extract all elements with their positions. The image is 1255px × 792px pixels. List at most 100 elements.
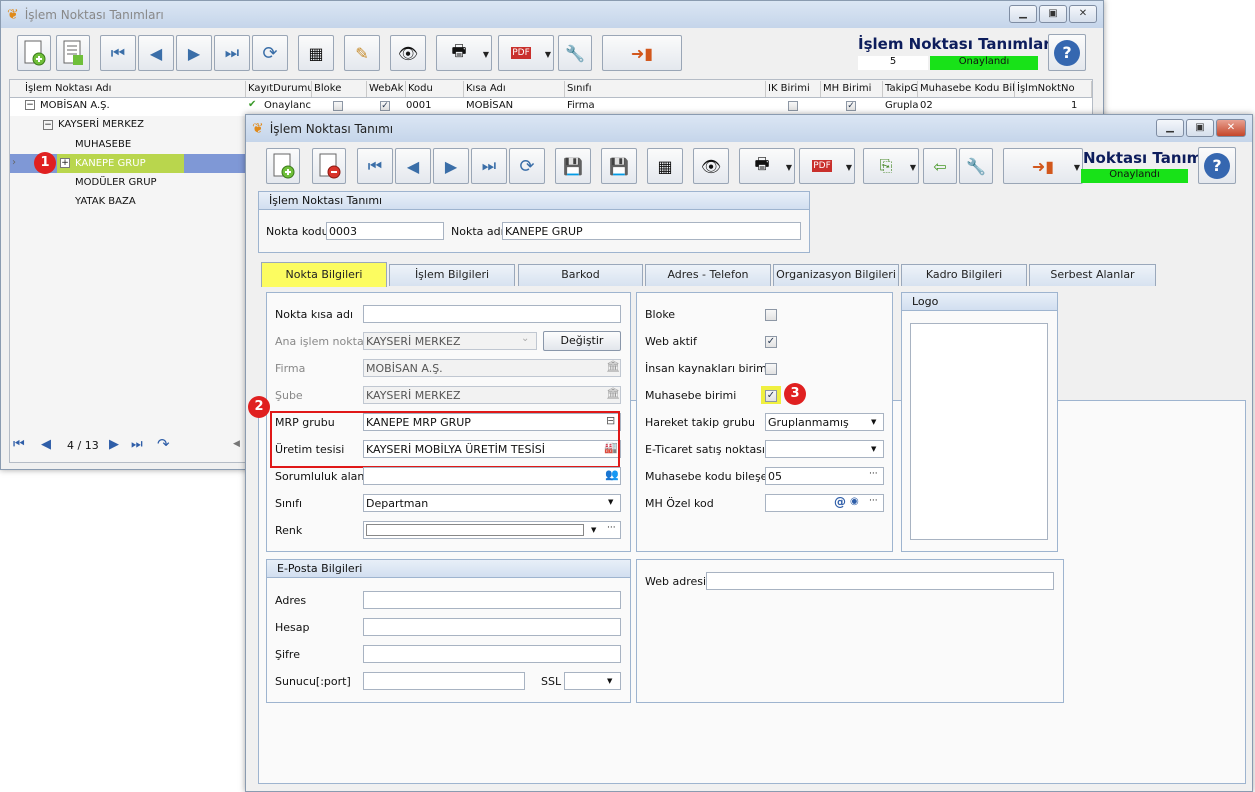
maximize-button[interactable]: ▣ [1039, 5, 1067, 23]
column-header[interactable]: İşlmNoktNo [1015, 81, 1092, 97]
preview-button[interactable]: 👁 [693, 148, 729, 184]
adres-input[interactable] [363, 591, 621, 609]
web-aktif-checkbox[interactable]: ✓ [765, 336, 777, 348]
nav-prev-button[interactable]: ◀ [138, 35, 174, 71]
nav-first-button[interactable]: ⏮ [357, 148, 393, 184]
column-header[interactable]: TakipG [883, 81, 918, 97]
nav-prev-button[interactable]: ◀ [395, 148, 431, 184]
muhkod-input[interactable]: 05 [765, 467, 884, 485]
hesap-input[interactable] [363, 618, 621, 636]
nav-last-button[interactable]: ⏭ [471, 148, 507, 184]
sunucu-input[interactable] [363, 672, 525, 690]
logo-image-box[interactable] [910, 323, 1048, 540]
sinif-select[interactable]: Departman [363, 494, 621, 512]
minimize-button[interactable]: ▁ [1009, 5, 1037, 23]
ellipsis-icon[interactable]: ··· [607, 523, 616, 533]
eye-icon[interactable]: ◉ [850, 496, 859, 507]
discard-button[interactable]: 💾 [601, 148, 637, 184]
tree-node-yatak[interactable]: YATAK BAZA [75, 196, 136, 207]
nav-refresh-small-icon[interactable]: ↷ [157, 435, 170, 453]
nav-last-button[interactable]: ⏭ [214, 35, 250, 71]
pdf-export-button[interactable]: PDF ▼ [498, 35, 554, 71]
column-header[interactable]: Muhasebe Kodu Bile [918, 81, 1015, 97]
code-input[interactable]: 0003 [326, 222, 444, 240]
ik-checkbox[interactable] [765, 363, 777, 375]
copy-record-button[interactable]: ⎘ ▼ [863, 148, 919, 184]
tree-collapse-icon[interactable]: − [25, 100, 35, 110]
dropdown-arrow-icon[interactable]: ▼ [591, 526, 596, 534]
column-header[interactable]: MH Birimi [821, 81, 883, 97]
print-button[interactable]: 🖶 ▼ [436, 35, 492, 71]
nav-first-small-icon[interactable]: ⏮ [13, 437, 25, 452]
column-header[interactable]: Kısa Adı [464, 81, 565, 97]
tab-4[interactable]: Organizasyon Bilgileri [773, 264, 899, 286]
settings-button[interactable]: 🔧 [558, 35, 592, 71]
tree-collapse-icon[interactable]: − [43, 120, 53, 130]
tree-expand-icon[interactable]: + [60, 158, 70, 168]
help-button[interactable]: ? [1198, 147, 1236, 184]
exit-button[interactable]: ➜▮ [602, 35, 682, 71]
refresh-button[interactable]: ⟳ [509, 148, 545, 184]
tab-1[interactable]: İşlem Bilgileri [389, 264, 515, 286]
column-header[interactable]: IK Birimi [766, 81, 821, 97]
sube-input[interactable]: KAYSERİ MERKEZ [363, 386, 621, 404]
nav-next-button[interactable]: ▶ [176, 35, 212, 71]
edit-button[interactable]: ✎ [344, 35, 380, 71]
eticaret-select[interactable] [765, 440, 884, 458]
print-button[interactable]: 🖶 ▼ [739, 148, 795, 184]
ellipsis-icon[interactable]: ··· [869, 469, 878, 479]
settings-button[interactable]: 🔧 [959, 148, 993, 184]
minimize-button[interactable]: ▁ [1156, 119, 1184, 137]
refresh-button[interactable]: ⟳ [252, 35, 288, 71]
delete-record-button[interactable] [312, 148, 346, 184]
dropdown-arrow-icon[interactable]: ▼ [871, 445, 876, 453]
degistir-button[interactable]: Değiştir [543, 331, 621, 351]
maximize-button[interactable]: ▣ [1186, 119, 1214, 137]
column-header[interactable]: KayıtDurumu [246, 81, 312, 97]
add-list-button[interactable] [56, 35, 90, 71]
mh-ozel-input[interactable] [765, 494, 884, 512]
column-header[interactable]: Bloke [312, 81, 367, 97]
dropdown-arrow-icon[interactable]: ▼ [607, 677, 612, 685]
tree-node-kanepe[interactable]: KANEPE GRUP [75, 158, 146, 169]
scroll-left-arrow[interactable]: ◀ [233, 439, 240, 449]
nav-prev-small-icon[interactable]: ◀ [41, 437, 51, 452]
save-button[interactable]: 💾 [555, 148, 591, 184]
nav-last-small-icon[interactable]: ⏭ [131, 437, 143, 452]
tree-node-muhasebe[interactable]: MUHASEBE [75, 139, 131, 150]
tab-6[interactable]: Serbest Alanlar [1029, 264, 1156, 286]
tab-0[interactable]: Nokta Bilgileri [261, 262, 387, 287]
tab-2[interactable]: Barkod [518, 264, 643, 286]
exit-button[interactable]: ➜▮ ▼ [1003, 148, 1083, 184]
nav-next-button[interactable]: ▶ [433, 148, 469, 184]
close-button[interactable]: ✕ [1216, 119, 1246, 137]
firma-input[interactable]: MOBİSAN A.Ş. [363, 359, 621, 377]
tab-5[interactable]: Kadro Bilgileri [901, 264, 1027, 286]
tab-3[interactable]: Adres - Telefon [645, 264, 771, 286]
grid-view-button[interactable]: ▦ [647, 148, 683, 184]
tree-node-root[interactable]: MOBİSAN A.Ş. [40, 100, 110, 111]
nav-next-small-icon[interactable]: ▶ [109, 437, 119, 452]
muhasebe-checkbox[interactable]: ✓ [765, 390, 777, 402]
sorumluluk-input[interactable] [363, 467, 621, 485]
hareket-select[interactable]: Gruplanmamış [765, 413, 884, 431]
at-sign-icon[interactable]: @ [834, 495, 846, 509]
people-icon[interactable]: 👥 [605, 468, 619, 481]
name-input[interactable]: KANEPE GRUP [502, 222, 801, 240]
help-button[interactable]: ? [1048, 34, 1086, 71]
column-header[interactable]: Kodu [406, 81, 464, 97]
import-button[interactable]: ⇦ [923, 148, 957, 184]
tree-node-moduler[interactable]: MODÜLER GRUP [75, 177, 157, 188]
pdf-export-button[interactable]: PDF ▼ [799, 148, 855, 184]
preview-button[interactable]: 👁 [390, 35, 426, 71]
close-button[interactable]: ✕ [1069, 5, 1097, 23]
bloke-checkbox[interactable] [765, 309, 777, 321]
column-header[interactable]: WebAk [367, 81, 406, 97]
web-adresi-input[interactable] [706, 572, 1054, 590]
kisa-adi-input[interactable] [363, 305, 621, 323]
ellipsis-icon[interactable]: ··· [869, 496, 878, 506]
sifre-input[interactable] [363, 645, 621, 663]
column-header[interactable]: İşlem Noktası Adı [23, 81, 246, 97]
ssl-select[interactable] [564, 672, 621, 690]
column-header[interactable]: Sınıfı [565, 81, 766, 97]
